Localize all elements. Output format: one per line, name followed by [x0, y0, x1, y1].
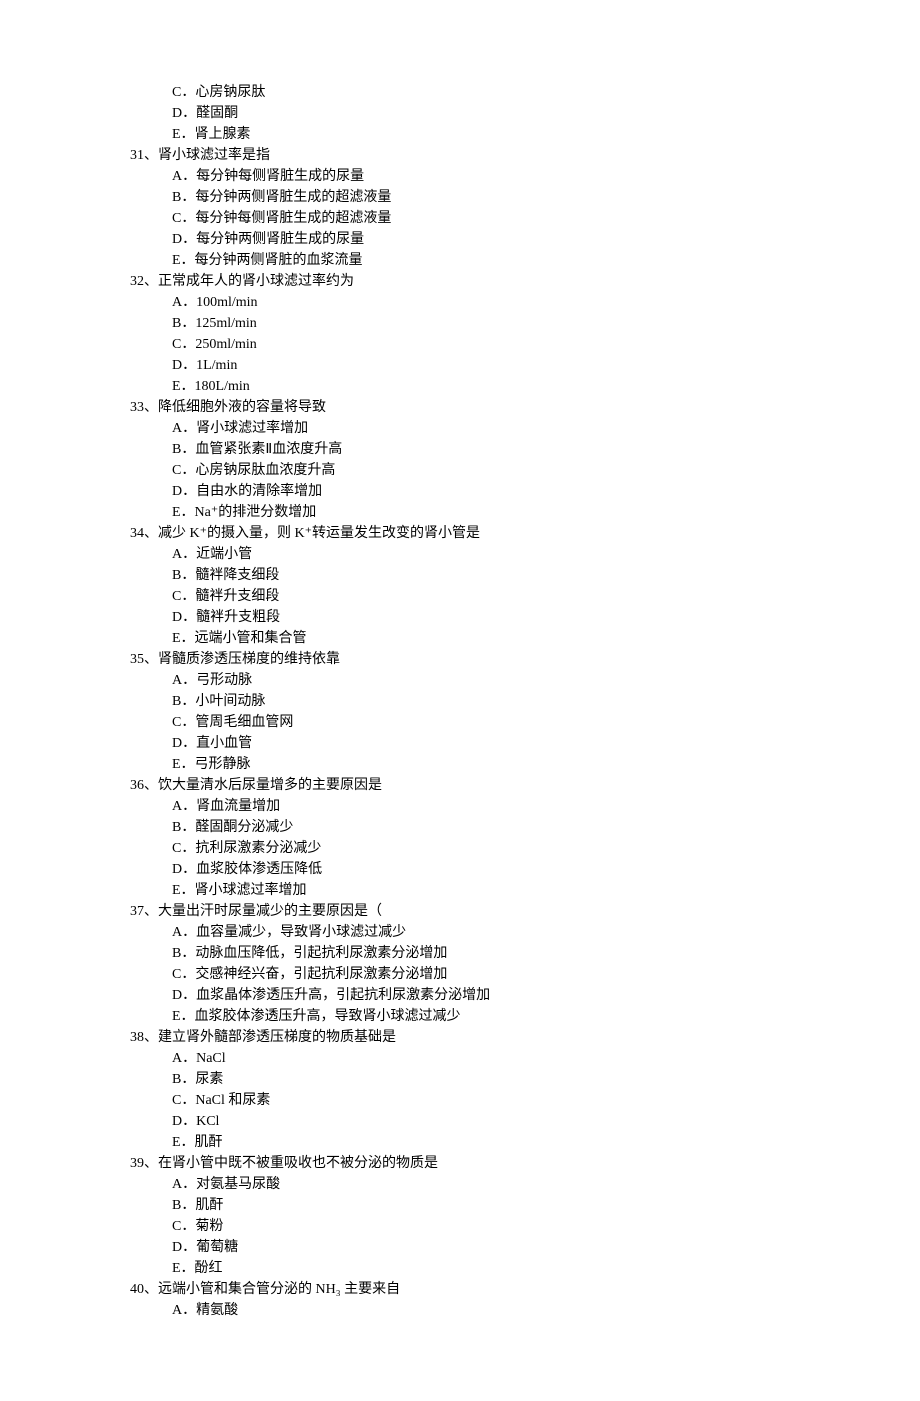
option-line: A．血容量减少，导致肾小球滤过减少: [172, 922, 790, 943]
option-line: D．醛固酮: [172, 103, 790, 124]
option-line: D．血浆胶体渗透压降低: [172, 859, 790, 880]
option-line: A．肾血流量增加: [172, 796, 790, 817]
option-line: A．对氨基马尿酸: [172, 1174, 790, 1195]
option-line: A．NaCl: [172, 1048, 790, 1069]
question-line: 35、肾髓质渗透压梯度的维持依靠: [130, 649, 790, 670]
document-page: C．心房钠尿肽D．醛固酮E．肾上腺素31、肾小球滤过率是指A．每分钟每侧肾脏生成…: [0, 0, 920, 1401]
option-line: D．葡萄糖: [172, 1237, 790, 1258]
option-line: D．自由水的清除率增加: [172, 481, 790, 502]
option-line: E．酚红: [172, 1258, 790, 1279]
option-line: E．肾上腺素: [172, 124, 790, 145]
option-line: A．弓形动脉: [172, 670, 790, 691]
option-line: E．血浆胶体渗透压升高，导致肾小球滤过减少: [172, 1006, 790, 1027]
option-line: D．髓袢升支粗段: [172, 607, 790, 628]
option-line: D．KCl: [172, 1111, 790, 1132]
option-line: B．每分钟两侧肾脏生成的超滤液量: [172, 187, 790, 208]
option-line: E．弓形静脉: [172, 754, 790, 775]
question-line: 38、建立肾外髓部渗透压梯度的物质基础是: [130, 1027, 790, 1048]
option-line: B．小叶间动脉: [172, 691, 790, 712]
option-line: A．100ml/min: [172, 292, 790, 313]
option-line: D．血浆晶体渗透压升高，引起抗利尿激素分泌增加: [172, 985, 790, 1006]
option-line: C．抗利尿激素分泌减少: [172, 838, 790, 859]
option-line: E．肾小球滤过率增加: [172, 880, 790, 901]
option-line: C．菊粉: [172, 1216, 790, 1237]
option-line: A．每分钟每侧肾脏生成的尿量: [172, 166, 790, 187]
option-line: E．180L/min: [172, 376, 790, 397]
option-line: D．直小血管: [172, 733, 790, 754]
question-line: 40、远端小管和集合管分泌的 NH₃ 主要来自: [130, 1279, 790, 1300]
question-line: 32、正常成年人的肾小球滤过率约为: [130, 271, 790, 292]
option-line: E．Na⁺的排泄分数增加: [172, 502, 790, 523]
option-line: B．动脉血压降低，引起抗利尿激素分泌增加: [172, 943, 790, 964]
option-line: D．每分钟两侧肾脏生成的尿量: [172, 229, 790, 250]
option-line: C．NaCl 和尿素: [172, 1090, 790, 1111]
option-line: B．醛固酮分泌减少: [172, 817, 790, 838]
option-line: C．250ml/min: [172, 334, 790, 355]
option-line: A．精氨酸: [172, 1300, 790, 1321]
option-line: B．髓袢降支细段: [172, 565, 790, 586]
question-line: 33、降低细胞外液的容量将导致: [130, 397, 790, 418]
option-line: B．血管紧张素Ⅱ血浓度升高: [172, 439, 790, 460]
question-line: 39、在肾小管中既不被重吸收也不被分泌的物质是: [130, 1153, 790, 1174]
option-line: B．尿素: [172, 1069, 790, 1090]
option-line: E．远端小管和集合管: [172, 628, 790, 649]
option-line: E．每分钟两侧肾脏的血浆流量: [172, 250, 790, 271]
option-line: C．交感神经兴奋，引起抗利尿激素分泌增加: [172, 964, 790, 985]
option-line: C．心房钠尿肽血浓度升高: [172, 460, 790, 481]
question-line: 34、减少 K⁺的摄入量，则 K⁺转运量发生改变的肾小管是: [130, 523, 790, 544]
question-line: 31、肾小球滤过率是指: [130, 145, 790, 166]
question-line: 36、饮大量清水后尿量增多的主要原因是: [130, 775, 790, 796]
option-line: B．125ml/min: [172, 313, 790, 334]
option-line: C．每分钟每侧肾脏生成的超滤液量: [172, 208, 790, 229]
option-line: D．1L/min: [172, 355, 790, 376]
option-line: C．髓袢升支细段: [172, 586, 790, 607]
option-line: E．肌酐: [172, 1132, 790, 1153]
option-line: A．肾小球滤过率增加: [172, 418, 790, 439]
question-line: 37、大量出汗时尿量减少的主要原因是（: [130, 901, 790, 922]
option-line: C．心房钠尿肽: [172, 82, 790, 103]
option-line: C．管周毛细血管网: [172, 712, 790, 733]
option-line: B．肌酐: [172, 1195, 790, 1216]
option-line: A．近端小管: [172, 544, 790, 565]
